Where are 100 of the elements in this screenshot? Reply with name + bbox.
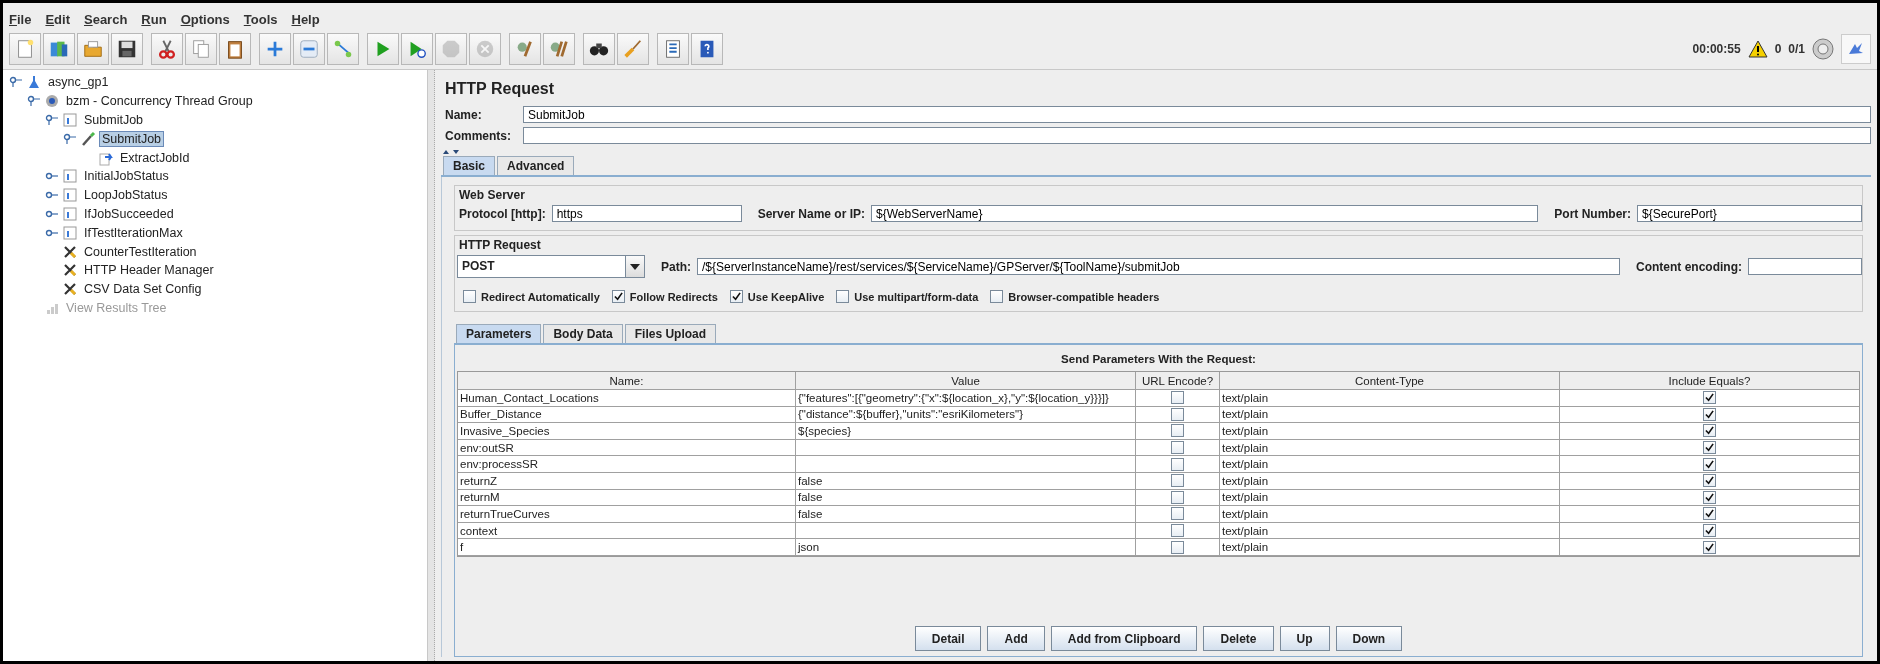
menu-item[interactable]: Options: [180, 11, 230, 27]
checkbox[interactable]: [1703, 540, 1716, 554]
reset-search-icon: [622, 38, 644, 60]
checkbox[interactable]: [463, 290, 476, 303]
paste-button[interactable]: [219, 33, 251, 65]
comments-field[interactable]: [523, 127, 1871, 144]
checkbox[interactable]: [1703, 524, 1716, 538]
checkbox[interactable]: [1703, 474, 1716, 488]
checkbox[interactable]: [1703, 490, 1716, 504]
menu-item[interactable]: Tools: [243, 11, 278, 27]
action-button[interactable]: Add from Clipboard: [1050, 626, 1198, 651]
checkbox[interactable]: [1703, 424, 1716, 438]
toggle-button[interactable]: [327, 33, 359, 65]
open-icon: [82, 38, 104, 60]
function-helper-button[interactable]: [657, 33, 689, 65]
encoding-field[interactable]: [1748, 258, 1862, 275]
tree-item[interactable]: bzm - Concurrency Thread Group: [63, 93, 256, 110]
menu-item[interactable]: File: [9, 11, 32, 27]
checkbox[interactable]: [1703, 507, 1716, 521]
tab[interactable]: Parameters: [456, 324, 542, 343]
copy-icon: [190, 38, 212, 60]
tree-item[interactable]: SubmitJob: [99, 130, 165, 147]
section-title: HTTP Request: [458, 238, 542, 254]
warning-count: 0: [1774, 42, 1782, 56]
tab[interactable]: Body Data: [543, 324, 623, 343]
checkbox[interactable]: [1171, 474, 1184, 488]
tree-item[interactable]: CounterTestIteration: [81, 243, 200, 260]
action-button[interactable]: Add: [987, 626, 1045, 651]
table-cell: env:outSR: [458, 439, 796, 456]
name-field[interactable]: SubmitJob: [523, 106, 1871, 123]
toggle-icon: [332, 38, 354, 60]
tree-item[interactable]: LoopJobStatus: [81, 187, 171, 204]
method-dropdown[interactable]: POST: [457, 255, 645, 278]
checkbox[interactable]: [1171, 424, 1184, 438]
templates-button[interactable]: [43, 33, 75, 65]
tab[interactable]: Basic: [443, 156, 496, 175]
checkbox[interactable]: [1703, 407, 1716, 421]
clear-all-button[interactable]: [543, 33, 575, 65]
table-cell: ${species}: [796, 423, 1136, 439]
column-header[interactable]: Name:: [458, 372, 796, 389]
column-header[interactable]: Include Equals?: [1560, 372, 1859, 389]
tree-item[interactable]: CSV Data Set Config: [81, 281, 205, 298]
checkbox[interactable]: [611, 290, 625, 303]
tree-item[interactable]: IfJobSucceeded: [81, 205, 177, 222]
server-field[interactable]: ${WebServerName}: [871, 205, 1539, 222]
action-button[interactable]: Up: [1279, 626, 1330, 651]
tree-item[interactable]: InitialJobStatus: [81, 168, 172, 185]
start-no-timers-button[interactable]: [401, 33, 433, 65]
cut-button[interactable]: [151, 33, 183, 65]
remote-icon[interactable]: [1812, 38, 1834, 60]
checkbox[interactable]: [836, 290, 850, 303]
tab[interactable]: Advanced: [497, 156, 575, 175]
tree-item[interactable]: HTTP Header Manager: [81, 262, 217, 279]
checkbox[interactable]: [729, 290, 743, 303]
help-button[interactable]: [691, 33, 723, 65]
save-button[interactable]: [111, 33, 143, 65]
menu-item[interactable]: Edit: [45, 11, 70, 27]
action-button[interactable]: Detail: [914, 626, 982, 651]
checkbox[interactable]: [990, 290, 1004, 303]
checkbox[interactable]: [1171, 441, 1184, 455]
port-field[interactable]: ${SecurePort}: [1637, 205, 1862, 222]
checkbox[interactable]: [1171, 540, 1184, 554]
expand-handle-icon[interactable]: [9, 76, 23, 89]
expand-handle-icon[interactable]: [63, 132, 77, 145]
logo-button[interactable]: [1841, 34, 1871, 64]
menu-item[interactable]: Run: [141, 11, 167, 27]
table-cell: env:processSR: [458, 456, 796, 472]
checkbox[interactable]: [1171, 391, 1184, 405]
checkbox[interactable]: [1171, 407, 1184, 421]
checkbox[interactable]: [1171, 457, 1184, 471]
checkbox[interactable]: [1171, 524, 1184, 538]
checkbox[interactable]: [1171, 490, 1184, 504]
menu-item[interactable]: Help: [291, 11, 320, 27]
checkbox-label: Use KeepAlive: [747, 290, 825, 303]
column-header[interactable]: Content-Type: [1220, 372, 1560, 389]
path-field[interactable]: /${ServerInstanceName}/rest/services/${ServiceName}/GPServer/${ToolName}/submitJob: [697, 258, 1620, 275]
tree-item[interactable]: SubmitJob: [81, 112, 147, 128]
checkbox[interactable]: [1703, 391, 1716, 405]
checkbox[interactable]: [1171, 507, 1184, 521]
expand-handle-icon[interactable]: [27, 95, 41, 108]
protocol-field[interactable]: https: [551, 205, 742, 222]
search-button[interactable]: [583, 33, 615, 65]
start-button[interactable]: [367, 33, 399, 65]
checkbox[interactable]: [1703, 457, 1716, 471]
splitter-arrows-icon[interactable]: [441, 148, 461, 156]
tree-item[interactable]: IfTestIterationMax: [81, 224, 186, 241]
tree-item[interactable]: ExtractJobId: [117, 149, 193, 166]
column-header[interactable]: Value: [796, 372, 1136, 389]
action-button[interactable]: Delete: [1203, 626, 1274, 651]
new-button[interactable]: [9, 33, 41, 65]
checkbox[interactable]: [1703, 441, 1716, 455]
tree-item[interactable]: async_gp1: [45, 74, 112, 91]
action-button[interactable]: Down: [1335, 626, 1403, 651]
clear-button[interactable]: [509, 33, 541, 65]
column-header[interactable]: URL Encode?: [1136, 372, 1220, 389]
menu-item[interactable]: Search: [84, 11, 128, 27]
expand-handle-icon[interactable]: [45, 114, 59, 126]
expand-button[interactable]: [259, 33, 291, 65]
field-label: Port Number:: [1553, 206, 1631, 221]
tab[interactable]: Files Upload: [624, 324, 717, 343]
